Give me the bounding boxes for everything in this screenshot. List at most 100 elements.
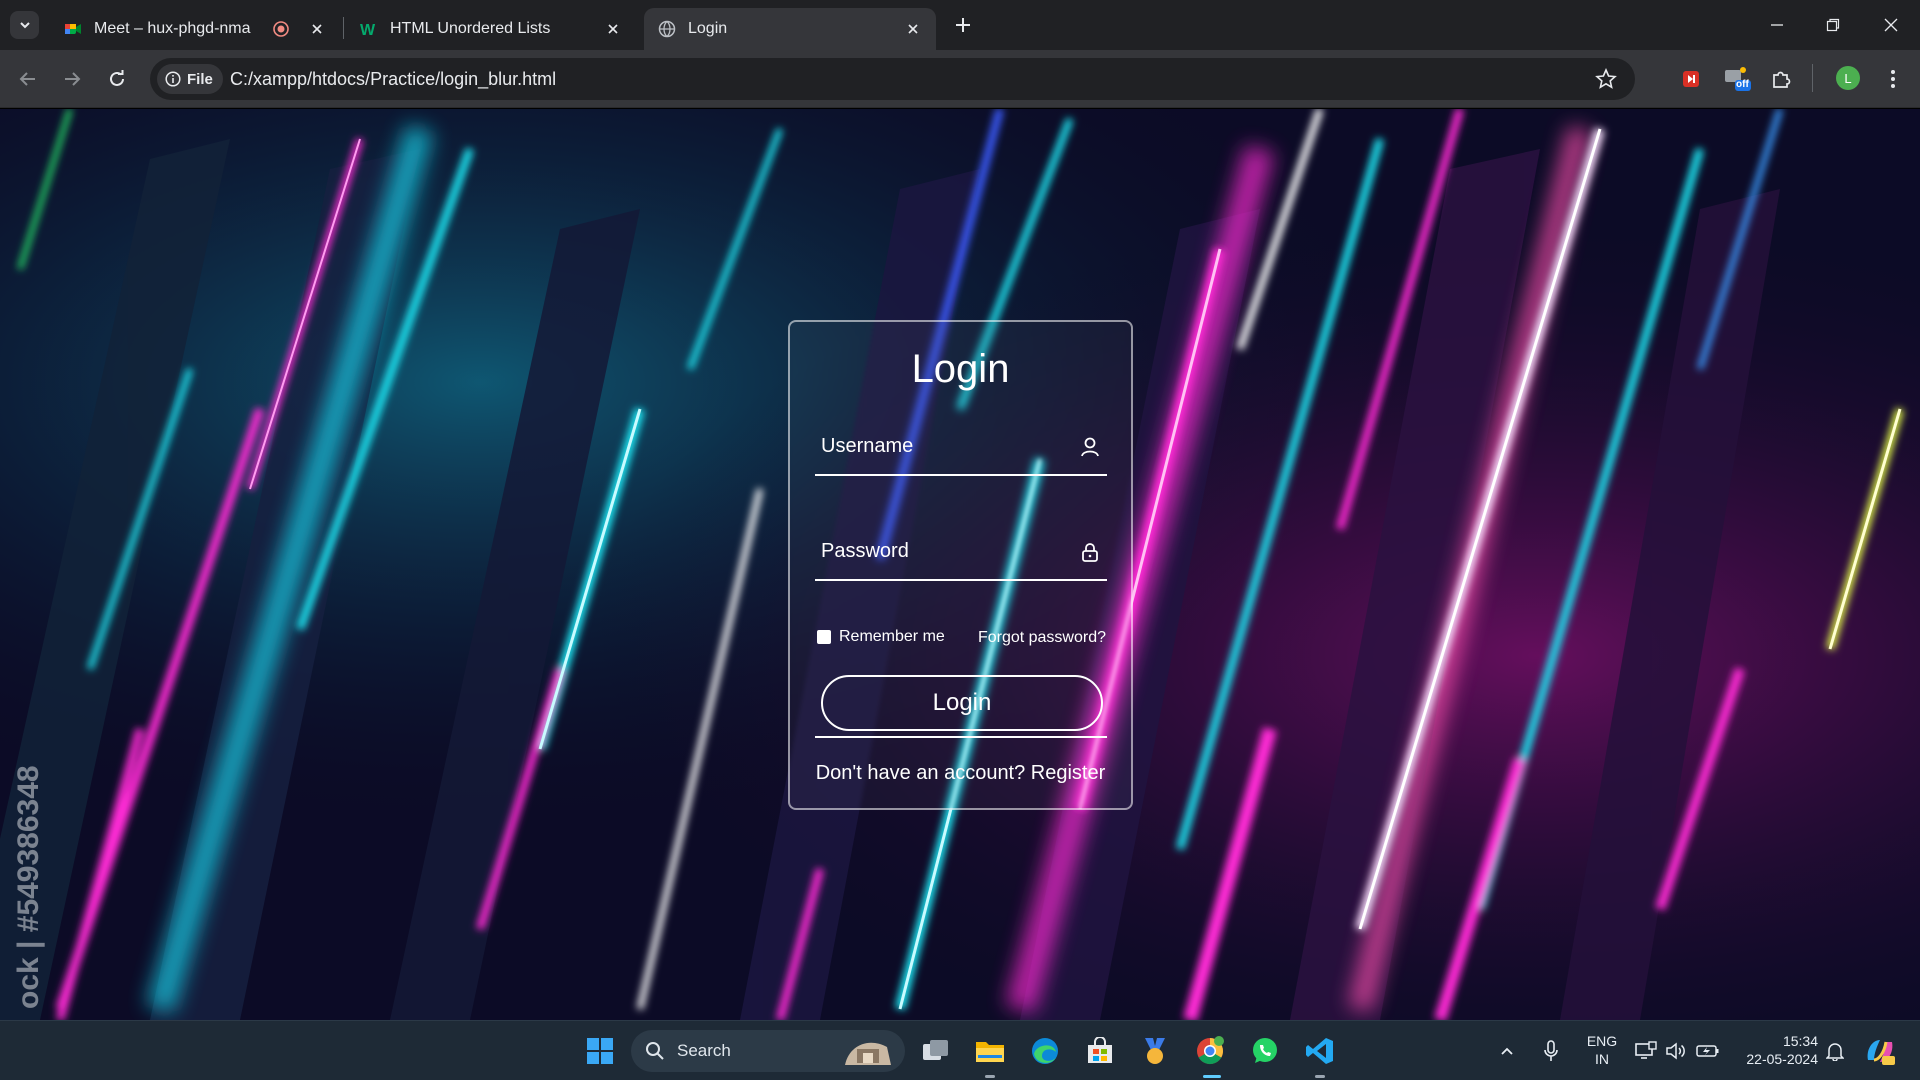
lock-icon (1082, 543, 1098, 562)
login-button[interactable]: Login (821, 675, 1103, 731)
info-icon (165, 71, 181, 87)
taskbar-search[interactable]: Search (631, 1030, 905, 1072)
address-bar[interactable]: File C:/xampp/htdocs/Practice/login_blur… (150, 58, 1635, 100)
extension-button[interactable]: off (1722, 64, 1752, 94)
language-indicator[interactable]: ENG IN (1580, 1032, 1624, 1068)
edge-button[interactable] (1027, 1033, 1063, 1069)
w3schools-icon: W (360, 20, 378, 38)
windows-start-icon (587, 1038, 613, 1064)
remember-me-checkbox[interactable] (817, 630, 831, 644)
store-icon (1088, 1037, 1112, 1063)
vscode-button[interactable] (1302, 1033, 1338, 1069)
forward-button[interactable] (58, 65, 86, 93)
medal-app-icon (1145, 1038, 1165, 1064)
network-button[interactable] (1632, 1033, 1660, 1069)
folder-icon (976, 1042, 1004, 1062)
login-underline (815, 736, 1107, 738)
username-field (815, 418, 1107, 476)
globe-icon (658, 20, 676, 38)
back-button[interactable] (14, 65, 42, 93)
whatsapp-button[interactable] (1247, 1033, 1283, 1069)
microphone-icon (1544, 1040, 1558, 1061)
tab-html-unordered-lists[interactable]: W HTML Unordered Lists (346, 8, 636, 50)
language-line2: IN (1595, 1051, 1609, 1067)
reload-button[interactable] (103, 65, 131, 93)
register-prompt[interactable]: Don't have an account? Register (790, 762, 1131, 785)
password-input[interactable] (815, 523, 1065, 579)
extension-button[interactable] (1676, 64, 1706, 94)
clock-date: 22-05-2024 (1746, 1051, 1818, 1067)
close-icon[interactable] (308, 20, 326, 38)
microphone-button[interactable] (1538, 1033, 1564, 1069)
show-hidden-icons-button[interactable] (1494, 1033, 1520, 1069)
site-chip-label: File (187, 70, 213, 88)
clock[interactable]: 15:34 22-05-2024 (1734, 1032, 1818, 1068)
clock-time: 15:34 (1782, 1033, 1818, 1049)
new-tab-button[interactable] (950, 12, 976, 38)
arrow-right-icon (65, 72, 81, 86)
minimize-button[interactable] (1762, 10, 1792, 40)
tab-meet[interactable]: Meet – hux-phgd-nma (50, 8, 340, 50)
start-button[interactable] (582, 1033, 618, 1069)
close-window-button[interactable] (1876, 10, 1906, 40)
page-viewport: ock | #549386348 Login Remember me Forgo… (0, 109, 1920, 1020)
profile-avatar[interactable]: L (1836, 66, 1860, 90)
password-field (815, 523, 1107, 581)
puzzle-icon (1773, 71, 1791, 88)
chevron-down-icon (19, 22, 30, 29)
tab-title: HTML Unordered Lists (390, 20, 551, 37)
task-view-icon (923, 1040, 948, 1060)
chrome-button[interactable] (1192, 1033, 1228, 1069)
search-label: Search (677, 1041, 731, 1060)
tab-title: Login (688, 20, 728, 37)
close-icon[interactable] (604, 20, 622, 38)
bell-icon (1826, 1043, 1844, 1061)
bookmark-star-icon[interactable] (1595, 68, 1617, 90)
login-card: Login Remember me Forgot password? Login… (788, 320, 1133, 810)
copilot-button[interactable] (1862, 1033, 1898, 1069)
network-icon (1635, 1041, 1657, 1059)
volume-icon (1666, 1042, 1685, 1060)
edge-icon (1032, 1038, 1058, 1064)
extension-badge: off (1736, 79, 1749, 90)
toolbar-separator (1812, 64, 1813, 92)
copilot-icon (1867, 1040, 1895, 1065)
search-highlight-icon (845, 1042, 891, 1065)
extensions-menu-button[interactable] (1766, 64, 1796, 94)
notifications-button[interactable] (1822, 1033, 1848, 1069)
battery-button[interactable] (1694, 1033, 1722, 1069)
minimize-icon (1771, 24, 1783, 26)
restore-button[interactable] (1818, 10, 1848, 40)
microsoft-store-button[interactable] (1082, 1033, 1118, 1069)
volume-button[interactable] (1662, 1033, 1690, 1069)
tab-search-button[interactable] (10, 11, 39, 39)
tab-login[interactable]: Login (644, 8, 936, 50)
forgot-password-link[interactable]: Forgot password? (978, 629, 1106, 647)
language-line1: ENG (1586, 1033, 1618, 1049)
svg-text:W: W (360, 22, 376, 38)
app-button[interactable] (1137, 1033, 1173, 1069)
login-title: Login (911, 347, 1010, 391)
menu-button[interactable] (1878, 64, 1908, 94)
more-vert-icon (1891, 70, 1895, 88)
tab-separator (343, 17, 344, 39)
stock-watermark: ock | #549386348 (12, 765, 45, 1009)
browser-toolbar: File C:/xampp/htdocs/Practice/login_blur… (0, 50, 1920, 108)
site-info-chip[interactable]: File (157, 64, 223, 94)
chevron-up-icon (1501, 1047, 1513, 1055)
user-icon (1081, 437, 1099, 457)
google-meet-icon (64, 20, 82, 38)
reload-icon (110, 70, 124, 86)
username-input[interactable] (815, 418, 1065, 474)
close-icon (1884, 18, 1898, 32)
recording-icon (272, 20, 290, 38)
running-indicator (1315, 1075, 1325, 1078)
file-explorer-button[interactable] (972, 1033, 1008, 1069)
running-indicator-active (1203, 1075, 1221, 1078)
task-view-button[interactable] (918, 1033, 954, 1069)
url-text[interactable]: C:/xampp/htdocs/Practice/login_blur.html (230, 69, 556, 90)
close-icon[interactable] (904, 20, 922, 38)
profile-initial: L (1844, 70, 1852, 86)
arrow-left-icon (19, 72, 35, 86)
remember-me[interactable]: Remember me (817, 628, 945, 646)
